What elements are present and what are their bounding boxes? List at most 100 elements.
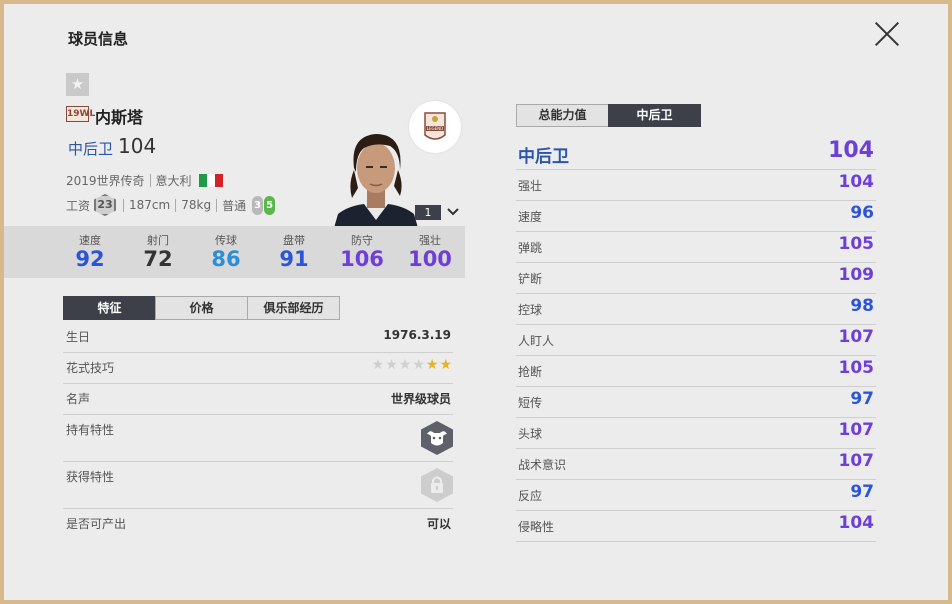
- attribute-row: 强壮 104: [516, 170, 876, 201]
- page-title: 球员信息: [68, 30, 129, 48]
- stat-physical: 强壮 100: [396, 226, 464, 278]
- attribute-value: 107: [838, 451, 875, 471]
- stat-label: 盘带: [283, 234, 305, 247]
- tab-traits[interactable]: 特征: [63, 296, 156, 320]
- star-icon: ★: [385, 357, 399, 373]
- close-button[interactable]: [872, 20, 902, 50]
- attribute-value: 98: [850, 296, 874, 316]
- attribute-label: 抢断: [518, 365, 543, 379]
- attribute-row: 反应 97: [516, 480, 876, 511]
- detail-row-birthday: 生日 1976.3.19: [63, 322, 453, 353]
- stat-dribbling: 盘带 91: [260, 226, 328, 278]
- attribute-value: 104: [838, 513, 875, 533]
- stat-defending: 防守 106: [328, 226, 396, 278]
- attribute-value: 105: [838, 358, 875, 378]
- salary-badge: 23: [94, 194, 117, 216]
- detail-label: 花式技巧: [66, 361, 115, 375]
- attribute-label: 侵略性: [518, 520, 555, 534]
- tab-club-history[interactable]: 俱乐部经历: [247, 296, 340, 320]
- star-icon: ★: [412, 357, 426, 373]
- weight: 78kg: [181, 198, 212, 212]
- attribute-position: 中后卫: [518, 147, 569, 167]
- season-name: 2019世界传奇: [66, 174, 145, 188]
- attribute-row: 铲断 109: [516, 263, 876, 294]
- attribute-label: 速度: [518, 210, 543, 224]
- attribute-row: 侵略性 104: [516, 511, 876, 542]
- position-label: 中后卫: [68, 140, 114, 158]
- rank-level[interactable]: 1: [415, 205, 441, 220]
- attribute-value: 105: [838, 234, 875, 254]
- skill-stars: ★★★★★★: [372, 357, 453, 373]
- stat-value: 86: [211, 247, 241, 271]
- attribute-value: 107: [838, 420, 875, 440]
- attribute-value: 104: [838, 172, 875, 192]
- divider: [175, 198, 177, 212]
- attribute-label: 反应: [518, 489, 543, 503]
- stat-label: 防守: [351, 234, 373, 247]
- attribute-label: 强壮: [518, 179, 543, 193]
- stat-pace: 速度 92: [56, 226, 124, 278]
- detail-label: 是否可产出: [66, 517, 127, 531]
- chevron-down-icon[interactable]: [445, 203, 461, 219]
- attribute-row: 头球 107: [516, 418, 876, 449]
- attribute-tabs: 总能力值 中后卫: [516, 104, 701, 127]
- attribute-value: 97: [850, 482, 874, 502]
- stat-label: 强壮: [419, 234, 441, 247]
- player-name: 内斯塔: [95, 108, 144, 127]
- attribute-row: 速度 96: [516, 201, 876, 232]
- detail-label: 生日: [66, 330, 91, 344]
- stat-value: 100: [408, 247, 452, 271]
- attribute-row: 人盯人 107: [516, 325, 876, 356]
- buffalo-icon[interactable]: [421, 421, 453, 455]
- attribute-label: 控球: [518, 303, 543, 317]
- legend-emblem-text: LEGEND: [427, 126, 443, 131]
- italy-flag-icon: [198, 174, 223, 187]
- attribute-label: 战术意识: [518, 458, 567, 472]
- stat-value: 72: [143, 247, 173, 271]
- legend-emblem-icon: LEGEND: [409, 101, 461, 153]
- attribute-label: 铲断: [518, 272, 543, 286]
- position-ovr: 104: [118, 134, 157, 158]
- detail-label: 名声: [66, 392, 91, 406]
- attribute-row: 短传 97: [516, 387, 876, 418]
- detail-row-producible: 是否可产出 可以: [63, 509, 453, 540]
- height: 187cm: [129, 198, 171, 212]
- nationality: 意大利: [155, 174, 192, 188]
- stat-value: 92: [75, 247, 105, 271]
- lock-icon: [421, 468, 453, 502]
- stat-value: 106: [340, 247, 384, 271]
- star-icon: ★: [425, 357, 440, 373]
- key-stats-strip: 速度 92 射门 72 传球 86 盘带 91 防守 106 强壮 100: [4, 226, 465, 278]
- physical-info-line: 工资 23 187cm 78kg 普通 3 5: [66, 194, 276, 216]
- attribute-label: 短传: [518, 396, 543, 410]
- detail-value: 世界级球员: [390, 392, 451, 406]
- attribute-row: 弹跳 105: [516, 232, 876, 263]
- favorite-star-icon[interactable]: ★: [66, 73, 89, 96]
- body-type: 普通: [222, 198, 247, 213]
- season-nation-line: 2019世界传奇 意大利: [66, 172, 223, 189]
- detail-label: 持有特性: [66, 423, 115, 437]
- attribute-value: 109: [838, 265, 875, 285]
- stat-label: 传球: [215, 234, 237, 247]
- detail-row-traits: 持有特性: [63, 415, 453, 462]
- detail-row-skill: 花式技巧 ★★★★★★: [63, 353, 453, 384]
- player-info-panel: 球员信息 ★ 19WL 内斯塔 中后卫 104 2019世界传奇 意大利 工资 …: [4, 4, 948, 600]
- stat-shooting: 射门 72: [124, 226, 192, 278]
- tab-overall[interactable]: 总能力值: [516, 104, 609, 127]
- player-portrait: [334, 134, 418, 228]
- attribute-row: 战术意识 107: [516, 449, 876, 480]
- attribute-row: 抢断 105: [516, 356, 876, 387]
- weak-foot-badge: 3: [252, 195, 264, 215]
- tab-center-back[interactable]: 中后卫: [608, 104, 701, 127]
- detail-tabs: 特征 价格 俱乐部经历: [63, 296, 340, 320]
- detail-value: 可以: [426, 517, 451, 531]
- attribute-label: 弹跳: [518, 241, 543, 255]
- detail-row-reputation: 名声 世界级球员: [63, 384, 453, 415]
- stat-label: 速度: [79, 234, 101, 247]
- attribute-value: 107: [838, 327, 875, 347]
- divider: [123, 198, 125, 212]
- detail-row-acquire: 获得特性: [63, 462, 453, 509]
- foot-badges: 3 5: [252, 195, 276, 215]
- attribute-header: 中后卫 104: [516, 138, 876, 170]
- tab-price[interactable]: 价格: [155, 296, 248, 320]
